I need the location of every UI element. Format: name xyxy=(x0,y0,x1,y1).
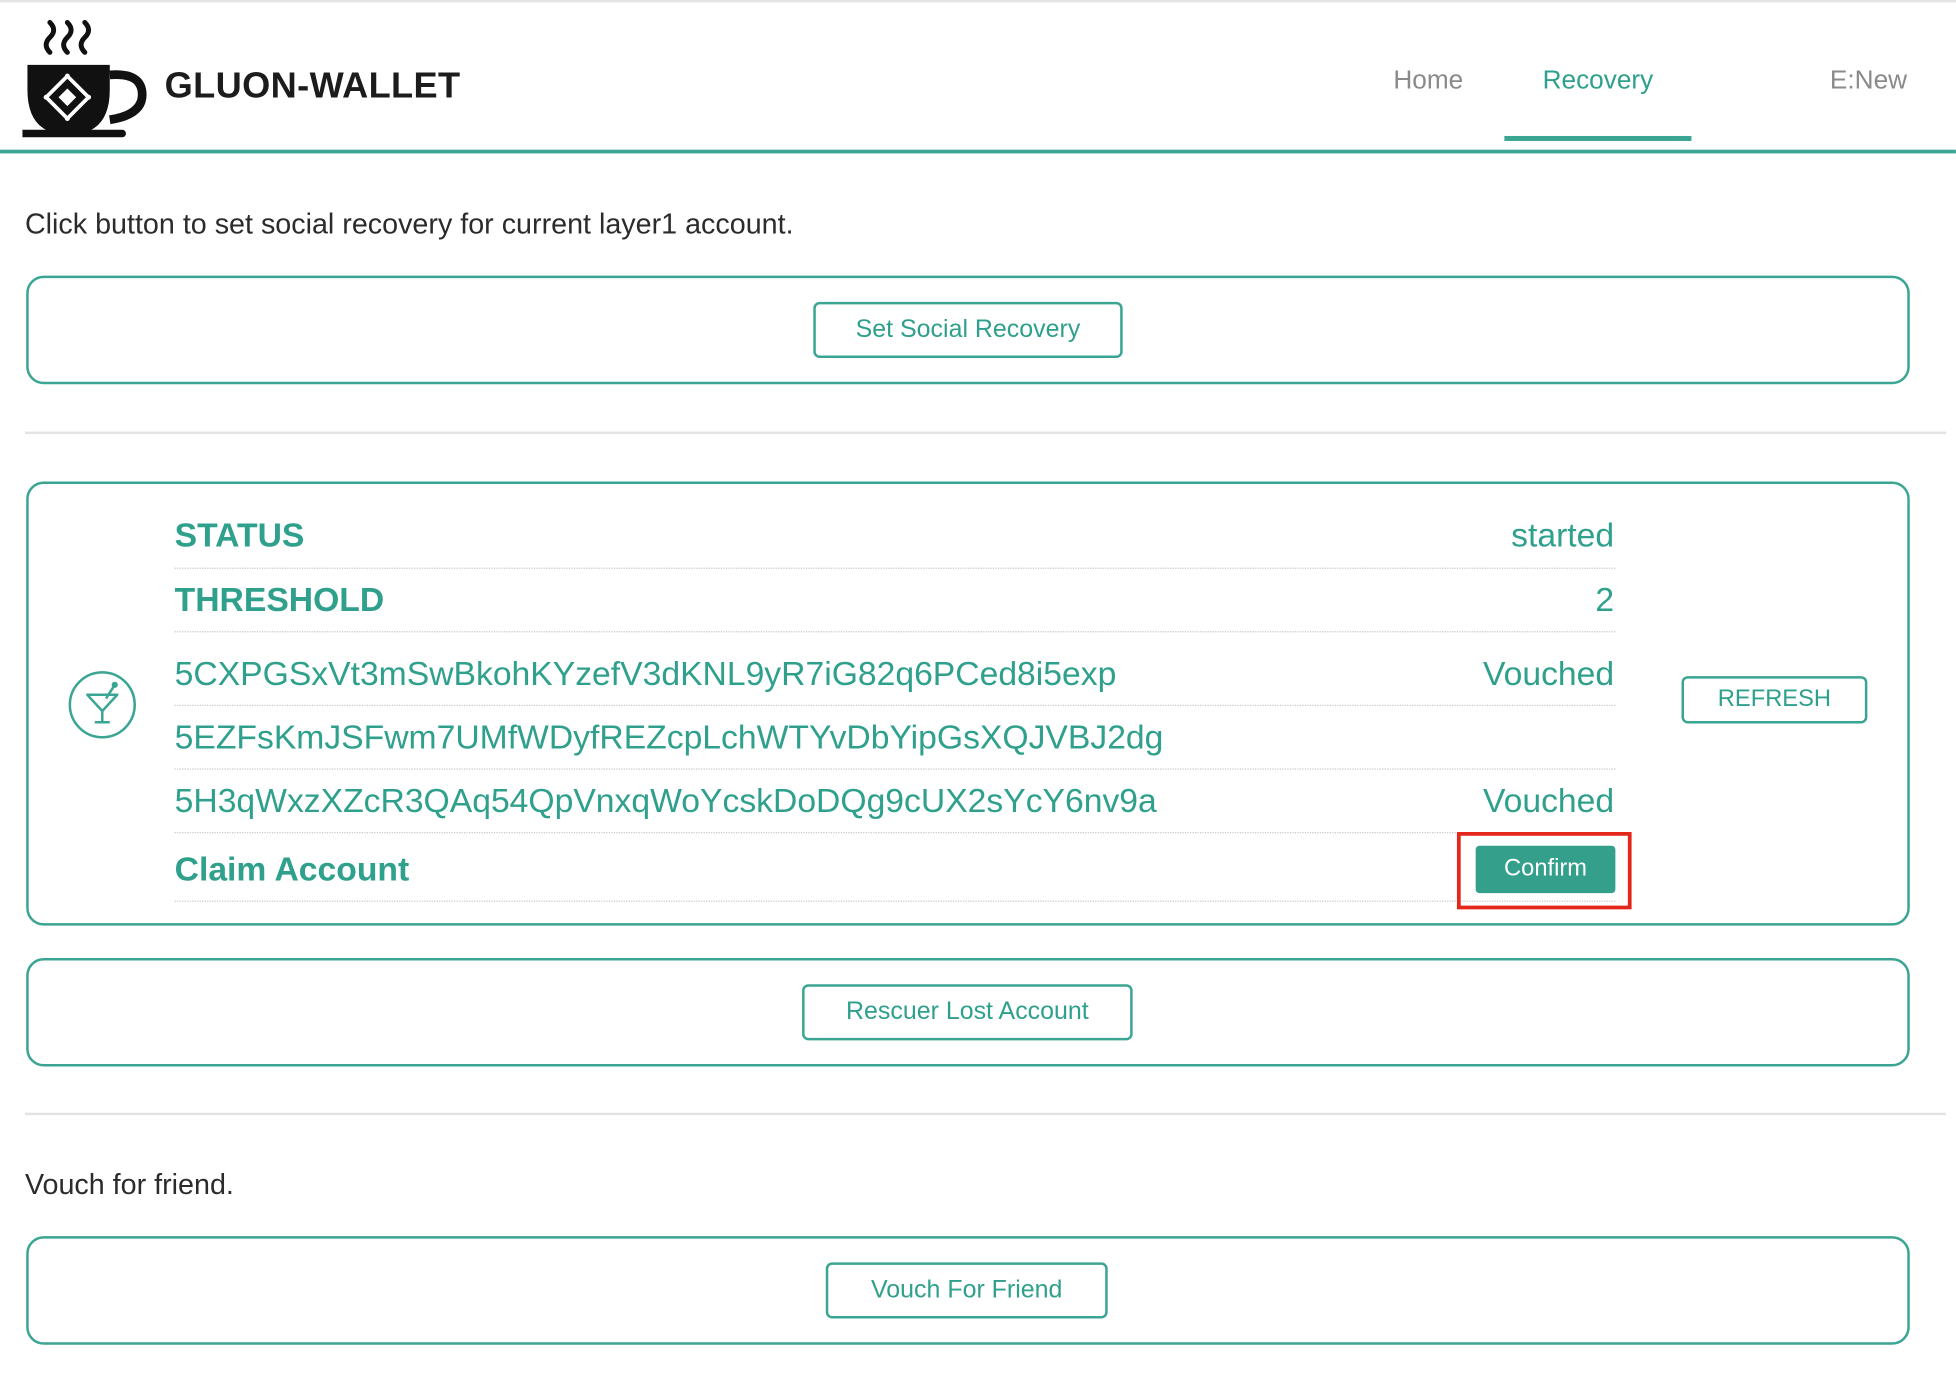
nav-recovery[interactable]: Recovery xyxy=(1504,66,1691,96)
rescuer-panel: Rescuer Lost Account xyxy=(26,958,1910,1067)
set-social-recovery-button[interactable]: Set Social Recovery xyxy=(813,301,1123,359)
section-divider xyxy=(24,431,1946,435)
vouch-intro: Vouch for friend. xyxy=(24,1167,234,1200)
friend-address-2: 5EZFsKmJSFwm7UMfWDyfREZcpLchWTYvDbYipGsX… xyxy=(174,718,1164,756)
threshold-label: THRESHOLD xyxy=(174,581,385,619)
row-divider xyxy=(174,900,1616,902)
vouch-for-friend-button[interactable]: Vouch For Friend xyxy=(825,1262,1108,1319)
top-border xyxy=(0,0,1956,3)
header-divider xyxy=(0,149,1956,154)
row-divider xyxy=(174,631,1616,633)
section-divider xyxy=(24,1112,1946,1116)
row-divider xyxy=(174,832,1616,834)
row-divider xyxy=(174,704,1616,707)
friend-address-1: 5CXPGSxVt3mSwBkohKYzefV3dKNL9yR7iG82q6PC… xyxy=(174,654,1117,693)
status-label: STATUS xyxy=(174,516,305,554)
rescuer-lost-account-button[interactable]: Rescuer Lost Account xyxy=(802,984,1133,1041)
coffee-cup-logo-icon xyxy=(22,19,147,138)
status-value: started xyxy=(1511,516,1615,554)
claim-account-label: Claim Account xyxy=(174,850,410,889)
highlight-box xyxy=(1456,832,1632,910)
threshold-value: 2 xyxy=(1595,581,1615,619)
vouch-panel: Vouch For Friend xyxy=(26,1236,1910,1345)
set-social-recovery-panel: Set Social Recovery xyxy=(26,275,1910,385)
nav-account[interactable]: E:New xyxy=(1830,66,1907,96)
social-recovery-intro: Click button to set social recovery for … xyxy=(24,207,794,240)
nav-home[interactable]: Home xyxy=(1393,66,1463,96)
active-tab-indicator xyxy=(1504,135,1692,141)
cocktail-icon xyxy=(68,671,136,739)
refresh-button[interactable]: REFRESH xyxy=(1681,676,1868,724)
friend-address-3: 5H3qWxzXZcR3QAq54QpVnxqWoYcskDoDQg9cUX2s… xyxy=(174,782,1157,820)
friend-status-1: Vouched xyxy=(1483,654,1615,693)
friend-status-3: Vouched xyxy=(1483,782,1615,820)
app-title: GLUON-WALLET xyxy=(164,66,461,107)
row-divider xyxy=(174,768,1616,770)
row-divider xyxy=(174,567,1616,569)
